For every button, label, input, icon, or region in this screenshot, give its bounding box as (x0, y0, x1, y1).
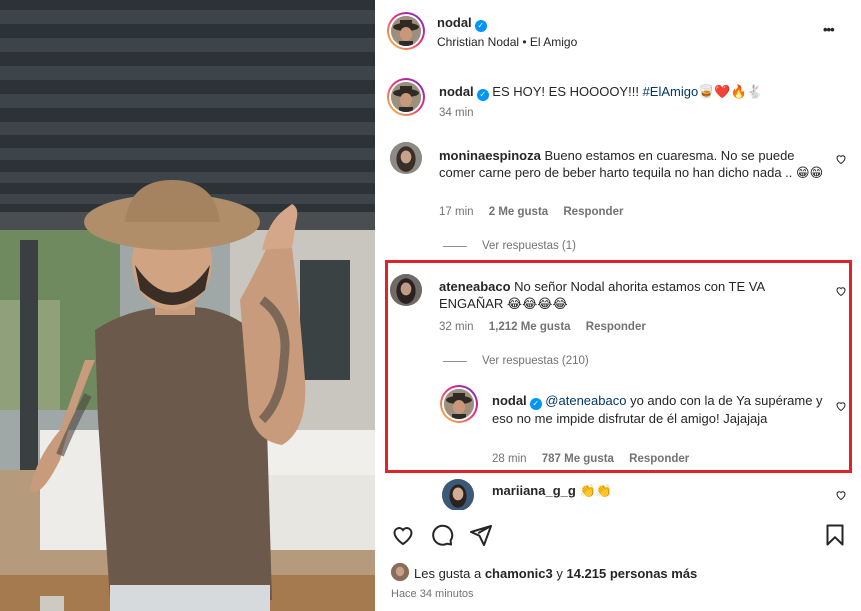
comment-time[interactable]: 32 min (439, 321, 474, 333)
comment-username[interactable]: ateneabaco (439, 279, 511, 294)
comment-meta: 32 min 1,212 Me gusta Responder (439, 321, 646, 333)
comment-username[interactable]: mariiana_g_g (492, 483, 576, 498)
caption-username[interactable]: nodal (439, 84, 474, 99)
reply-time[interactable]: 28 min (492, 453, 527, 465)
likes-middle: y (552, 566, 567, 581)
comment-avatar-ateneabaco[interactable] (390, 274, 422, 306)
mention-link[interactable]: @ateneabaco (545, 393, 626, 408)
verified-icon: ✓ (529, 398, 542, 410)
likes-prefix: Les gusta a (414, 566, 485, 581)
comment-icon[interactable] (430, 523, 454, 547)
reply-avatar[interactable] (440, 385, 478, 423)
reply-username[interactable]: nodal (492, 393, 527, 408)
caption: nodal ✓ ES HOY! ES HOOOOY!!! #ElAmigo🥃❤️🔥… (439, 83, 839, 101)
view-replies-button[interactable]: Ver respuestas (1) (482, 240, 576, 252)
share-icon[interactable] (469, 523, 493, 547)
comment-emojis: 👏👏 (579, 483, 612, 498)
comment-moninaespinoza: moninaespinoza Bueno estamos en cuaresma… (439, 147, 824, 181)
reply-meta: 28 min 787 Me gusta Responder (492, 453, 689, 465)
verified-icon: ✓ (476, 89, 489, 101)
comment-time[interactable]: 17 min (439, 206, 474, 218)
reply-button[interactable]: Responder (629, 453, 689, 465)
reply-likes[interactable]: 787 Me gusta (542, 453, 614, 465)
comment-meta: 17 min 2 Me gusta Responder (439, 206, 623, 218)
likes-count[interactable]: 14.215 personas más (566, 566, 697, 581)
header-subtitle[interactable]: Christian Nodal • El Amigo (437, 35, 577, 49)
post-photo[interactable] (0, 0, 375, 611)
reply-comment: nodal ✓ @ateneabaco yo ando con la de Ya … (492, 392, 830, 427)
header-avatar[interactable] (387, 12, 425, 50)
comment-avatar-moninaespinoza[interactable] (390, 142, 422, 174)
bookmark-icon[interactable] (823, 523, 847, 547)
reply-text: yo ando con la de Ya supérame y eso no m… (492, 393, 823, 426)
comment-heart-icon[interactable] (835, 153, 847, 165)
likes-line: Les gusta a chamonic3 y 14.215 personas … (414, 566, 697, 581)
reply-button[interactable]: Responder (586, 321, 646, 333)
liker-avatar[interactable] (391, 563, 409, 581)
reply-button[interactable]: Responder (563, 206, 623, 218)
hashtag-link[interactable]: #ElAmigo (643, 84, 699, 99)
caption-avatar[interactable] (387, 78, 425, 116)
more-icon[interactable]: ••• (823, 22, 835, 37)
reply-heart-icon[interactable] (835, 400, 847, 412)
comment-likes[interactable]: 2 Me gusta (489, 206, 548, 218)
caption-time[interactable]: 34 min (439, 107, 474, 119)
heart-icon[interactable] (391, 523, 415, 547)
verified-icon: ✓ (474, 20, 487, 32)
header-username[interactable]: nodal (437, 15, 472, 30)
post-timestamp[interactable]: Hace 34 minutos (391, 588, 474, 600)
comment-username[interactable]: moninaespinoza (439, 148, 541, 163)
comment-emojis: 😁😁 (796, 165, 824, 180)
comment-avatar-mariiana[interactable] (442, 479, 474, 511)
comment-heart-icon[interactable] (835, 285, 847, 297)
liker-username[interactable]: chamonic3 (485, 566, 553, 581)
caption-text: ES HOY! ES HOOOOY!!! (492, 84, 643, 99)
view-replies-button[interactable]: Ver respuestas (210) (482, 355, 589, 367)
comment-likes[interactable]: 1,212 Me gusta (489, 321, 571, 333)
comment-heart-icon[interactable] (835, 489, 847, 501)
caption-emojis: 🥃❤️🔥🐇 (698, 84, 763, 99)
comment-ateneabaco: ateneabaco No señor Nodal ahorita estamo… (439, 278, 819, 312)
replies-line (443, 246, 467, 247)
replies-line (443, 361, 467, 362)
comment-mariiana: mariiana_g_g 👏👏 (492, 482, 612, 499)
